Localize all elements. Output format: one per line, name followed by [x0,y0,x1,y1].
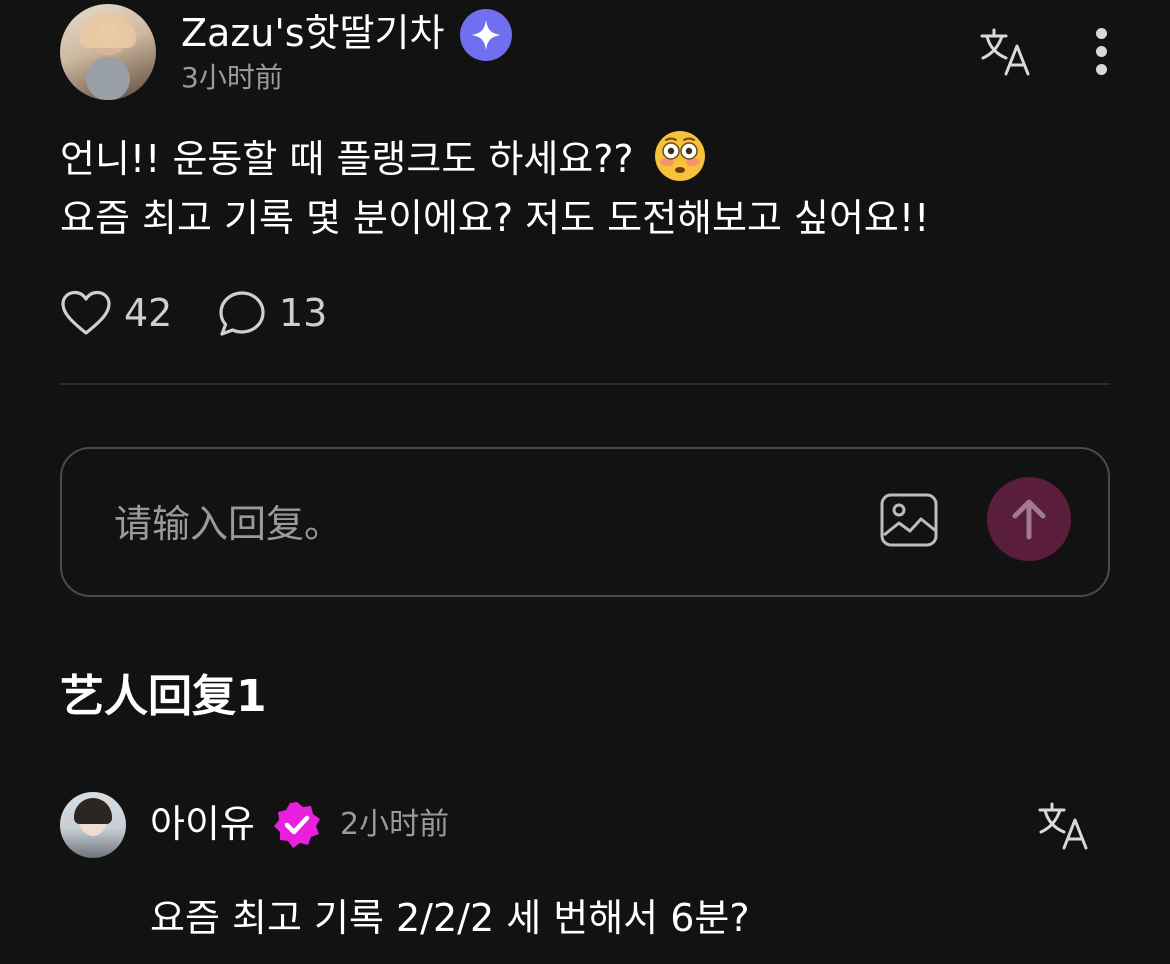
like-count: 42 [124,291,173,335]
artist-avatar[interactable] [60,792,126,858]
translate-icon[interactable] [980,28,1032,76]
artist-name[interactable]: 아이유 [150,800,255,848]
send-button[interactable] [987,477,1071,561]
translate-icon[interactable] [1038,802,1090,850]
more-vertical-icon[interactable] [1088,26,1116,76]
author-name[interactable]: Zazu's핫딸기차 [181,10,444,56]
post-text: 언니!! 운동할 때 플랭크도 하세요?? [60,137,634,181]
reply-input-container[interactable] [60,447,1110,597]
heart-icon[interactable] [60,290,112,336]
comment-bubble-icon[interactable] [218,290,266,338]
post-text-line-2: 요즘 최고 기록 몇 분이에요? 저도 도전해보고 싶어요!! [60,196,930,240]
post-time: 3小时前 [181,61,283,94]
comment-count: 13 [279,291,328,335]
sparkle-badge-icon [460,9,512,61]
author-avatar[interactable] [60,4,156,100]
reply-time: 2小时前 [340,807,450,842]
reply-input[interactable] [112,495,816,553]
flushed-face-emoji-icon [654,130,706,182]
post-text-line-1: 언니!! 운동할 때 플랭크도 하세요?? [60,130,706,187]
divider [60,383,1110,385]
verified-badge-icon [272,800,322,850]
artist-reply-text: 요즘 최고 기록 2/2/2 세 번해서 6분? [150,896,750,940]
arrow-up-icon [1012,499,1046,540]
image-icon[interactable] [880,493,938,547]
section-title: 艺人回复1 [60,671,267,722]
